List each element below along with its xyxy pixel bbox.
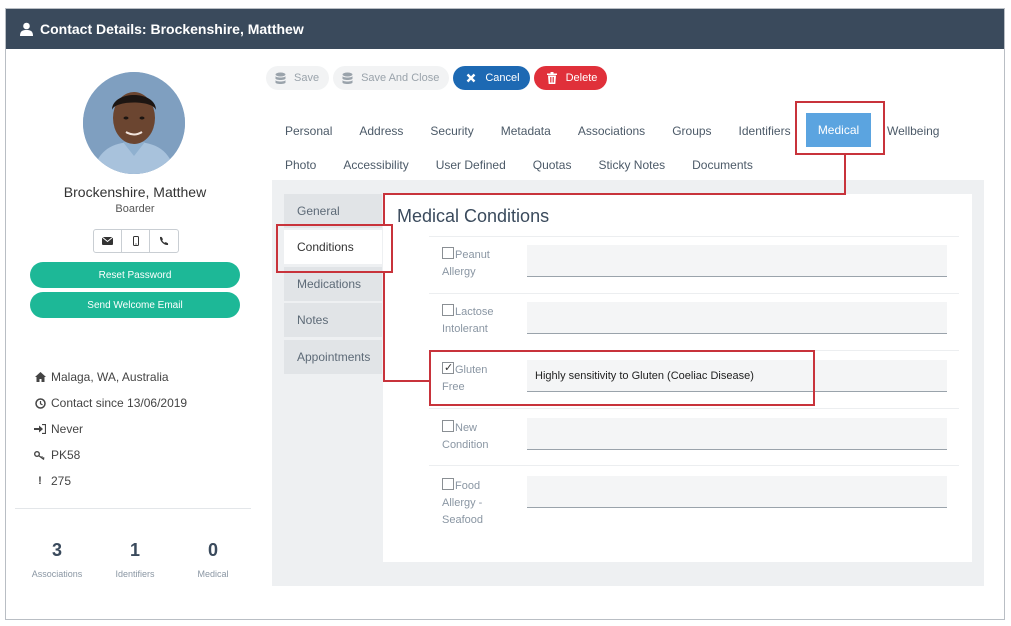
callout-line <box>383 273 385 382</box>
tab-associations[interactable]: Associations <box>578 124 645 138</box>
condition-label[interactable]: New Condition <box>442 420 512 454</box>
stat-label: Medical <box>197 569 229 579</box>
save-and-close-label: Save And Close <box>361 72 440 84</box>
tab-quotas[interactable]: Quotas <box>533 158 572 172</box>
condition-row: Lactose Intolerant <box>429 293 959 350</box>
callout-line <box>844 155 846 195</box>
save-button[interactable]: Save <box>266 66 330 90</box>
delete-label: Delete <box>565 72 598 84</box>
stat-value: 0 <box>207 540 218 560</box>
condition-checkbox[interactable] <box>442 247 454 259</box>
database-icon <box>339 70 355 86</box>
tab-user-defined[interactable]: User Defined <box>436 158 506 172</box>
email-icon[interactable] <box>94 230 122 252</box>
alert-count-text: 275 <box>51 474 72 488</box>
key-code-text: PK58 <box>51 448 81 462</box>
key-line: PK58 <box>33 448 80 462</box>
condition-checkbox[interactable] <box>442 304 454 316</box>
condition-note-field[interactable] <box>527 418 947 450</box>
tabs-row-1: Personal Address Security Metadata Assoc… <box>285 124 818 138</box>
contact-actions <box>93 229 179 253</box>
tabs-row-2: Photo Accessibility User Defined Quotas … <box>285 158 780 172</box>
panel-title: Medical Conditions <box>397 206 550 226</box>
trash-icon <box>544 70 560 86</box>
last-login-line: Never <box>33 422 83 436</box>
profile-panel: Brockenshire, Matthew Boarder Reset Pass… <box>5 48 265 619</box>
medical-tab-highlight <box>795 101 885 155</box>
condition-note-field[interactable] <box>527 302 947 334</box>
tab-address[interactable]: Address <box>359 124 403 138</box>
contact-since-line: Contact since 13/06/2019 <box>33 396 187 410</box>
condition-checkbox[interactable] <box>442 420 454 432</box>
last-login-text: Never <box>51 422 84 436</box>
window-title: Contact Details: Brockenshire, Matthew <box>40 21 304 37</box>
tabs-row-1-end: Wellbeing <box>887 124 966 138</box>
phone-icon[interactable] <box>150 230 178 252</box>
condition-row: New Condition <box>429 408 959 465</box>
location-line: Malaga, WA, Australia <box>33 370 169 384</box>
stat-value: 3 <box>51 540 62 560</box>
tab-wellbeing[interactable]: Wellbeing <box>887 124 939 138</box>
clock-icon <box>33 397 47 409</box>
close-icon <box>463 70 479 86</box>
condition-note-field[interactable] <box>527 476 947 508</box>
tab-groups[interactable]: Groups <box>672 124 711 138</box>
tab-security[interactable]: Security <box>430 124 473 138</box>
stat-associations: 3 Associations <box>17 540 97 579</box>
contact-since-text: Contact since 13/06/2019 <box>51 396 188 410</box>
cancel-button[interactable]: Cancel <box>453 66 530 90</box>
condition-label[interactable]: Lactose Intolerant <box>442 304 512 338</box>
condition-label[interactable]: Peanut Allergy <box>442 247 512 281</box>
profile-divider <box>15 508 251 509</box>
delete-button[interactable]: Delete <box>533 66 608 90</box>
stat-label: Associations <box>31 569 83 579</box>
tab-identifiers[interactable]: Identifiers <box>739 124 791 138</box>
tab-metadata[interactable]: Metadata <box>501 124 551 138</box>
alert-line: ! 275 <box>33 474 71 488</box>
profile-name: Brockenshire, Matthew <box>63 184 207 200</box>
exclamation-icon: ! <box>38 475 42 487</box>
home-icon <box>33 372 47 382</box>
tab-documents[interactable]: Documents <box>692 158 753 172</box>
tab-sticky-notes[interactable]: Sticky Notes <box>598 158 665 172</box>
stat-value: 1 <box>129 540 140 560</box>
mobile-icon[interactable] <box>122 230 150 252</box>
cancel-label: Cancel <box>485 72 520 84</box>
send-welcome-email-button[interactable]: Send Welcome Email <box>30 292 240 318</box>
key-icon <box>33 450 47 460</box>
conditions-highlight <box>276 224 393 273</box>
condition-checkbox[interactable] <box>442 478 454 490</box>
condition-note-field[interactable] <box>527 245 947 277</box>
condition-row: Peanut Allergy <box>429 236 959 293</box>
database-icon <box>272 70 288 86</box>
save-label: Save <box>294 72 320 84</box>
save-and-close-button[interactable]: Save And Close <box>333 66 450 90</box>
condition-label[interactable]: Food Allergy - Seafood <box>442 478 512 529</box>
sign-in-icon <box>33 424 47 434</box>
profile-role: Boarder <box>115 203 155 215</box>
toolbar: Save Save And Close Cancel Delete <box>266 66 611 90</box>
tab-personal[interactable]: Personal <box>285 124 332 138</box>
callout-line <box>383 193 846 195</box>
tab-photo[interactable]: Photo <box>285 158 316 172</box>
location-text: Malaga, WA, Australia <box>51 370 169 384</box>
subnav-general[interactable]: General <box>284 194 382 228</box>
reset-password-button[interactable]: Reset Password <box>30 262 240 288</box>
callout-line <box>383 380 430 382</box>
tab-accessibility[interactable]: Accessibility <box>343 158 408 172</box>
subnav-notes[interactable]: Notes <box>284 303 382 337</box>
stat-label: Identifiers <box>115 569 155 579</box>
callout-line <box>383 193 385 225</box>
avatar <box>83 72 185 174</box>
user-icon <box>18 21 34 37</box>
subnav-appointments[interactable]: Appointments <box>284 340 382 374</box>
gluten-free-highlight <box>429 350 815 406</box>
condition-row: Food Allergy - Seafood <box>429 465 959 540</box>
title-bar: Contact Details: Brockenshire, Matthew <box>6 9 1004 49</box>
stat-identifiers: 1 Identifiers <box>95 540 175 579</box>
stat-medical: 0 Medical <box>173 540 253 579</box>
